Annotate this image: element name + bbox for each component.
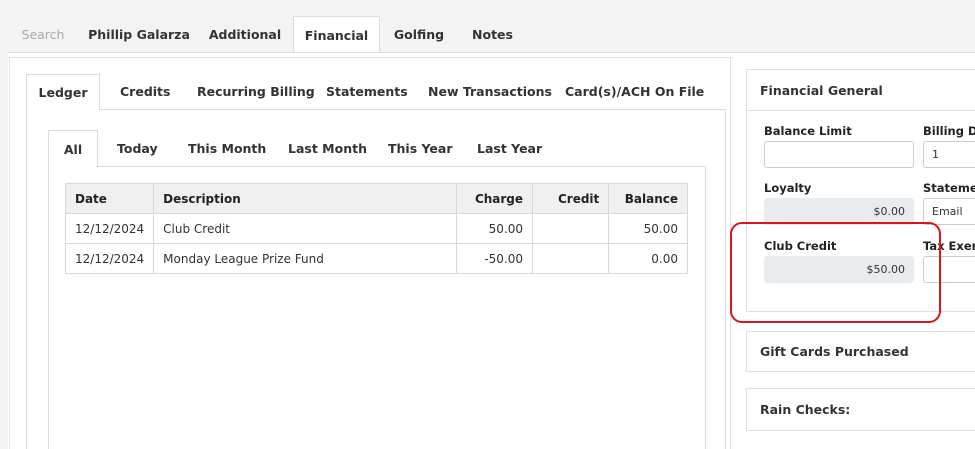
cell-credit	[532, 213, 610, 244]
statement-select[interactable]: Email	[923, 198, 975, 225]
tab-additional[interactable]: Additional	[200, 16, 290, 53]
tab-financial[interactable]: Financial	[293, 16, 380, 54]
tab-all[interactable]: All	[48, 130, 98, 168]
balance-limit-label: Balance Limit	[764, 124, 852, 138]
financial-general-title: Financial General	[760, 83, 883, 98]
statement-label: Statement	[923, 181, 975, 195]
column-header-charge[interactable]: Charge	[456, 183, 534, 214]
column-header-description[interactable]: Description	[153, 183, 458, 214]
cell-charge: 50.00	[456, 213, 534, 244]
card-divider	[747, 110, 975, 111]
tab-notes[interactable]: Notes	[465, 16, 520, 53]
cell-date: 12/12/2024	[64, 213, 155, 244]
tab-credits[interactable]: Credits	[120, 74, 170, 110]
table-header-row: Date Description Charge Credit Balance	[64, 183, 688, 214]
cell-description: Monday League Prize Fund	[153, 243, 458, 274]
top-tab-bar: Search Phillip Galarza Additional Financ…	[0, 16, 975, 54]
loyalty-label: Loyalty	[764, 181, 812, 195]
cell-balance: 50.00	[608, 213, 688, 244]
club-credit-highlight	[730, 222, 941, 323]
tab-this-month[interactable]: This Month	[188, 130, 266, 167]
tab-golfing[interactable]: Golfing	[385, 16, 453, 53]
cell-charge: -50.00	[456, 243, 534, 274]
ledger-table: Date Description Charge Credit Balance 1…	[64, 183, 688, 274]
table-row[interactable]: 12/12/2024 Club Credit 50.00 50.00	[64, 213, 688, 244]
rain-checks-title: Rain Checks:	[760, 402, 851, 417]
table-row[interactable]: 12/12/2024 Monday League Prize Fund -50.…	[64, 243, 688, 274]
gift-cards-title: Gift Cards Purchased	[760, 344, 909, 359]
cell-date: 12/12/2024	[64, 243, 155, 274]
cell-description: Club Credit	[153, 213, 458, 244]
billing-day-input[interactable]: 1	[923, 141, 975, 168]
cell-balance: 0.00	[608, 243, 688, 274]
tab-cards-ach[interactable]: Card(s)/ACH On File	[565, 74, 704, 110]
tab-last-month[interactable]: Last Month	[288, 130, 367, 167]
tab-last-year[interactable]: Last Year	[477, 130, 542, 167]
tab-recurring-billing[interactable]: Recurring Billing	[197, 74, 315, 110]
rain-checks-card[interactable]: Rain Checks:	[746, 388, 975, 431]
loyalty-field: $0.00	[764, 198, 914, 225]
gift-cards-card[interactable]: Gift Cards Purchased	[746, 331, 975, 372]
tab-this-year[interactable]: This Year	[388, 130, 452, 167]
tab-search[interactable]: Search	[12, 16, 74, 53]
tab-new-transactions[interactable]: New Transactions	[428, 74, 552, 110]
tab-member-name[interactable]: Phillip Galarza	[88, 16, 190, 53]
tab-statements[interactable]: Statements	[326, 74, 408, 110]
column-header-credit[interactable]: Credit	[532, 183, 610, 214]
cell-credit	[532, 243, 610, 274]
balance-limit-input[interactable]	[764, 141, 914, 168]
column-header-date[interactable]: Date	[64, 183, 155, 214]
billing-day-label: Billing Day	[923, 124, 975, 138]
tab-ledger[interactable]: Ledger	[26, 74, 100, 111]
tab-today[interactable]: Today	[117, 130, 158, 167]
column-header-balance[interactable]: Balance	[608, 183, 688, 214]
